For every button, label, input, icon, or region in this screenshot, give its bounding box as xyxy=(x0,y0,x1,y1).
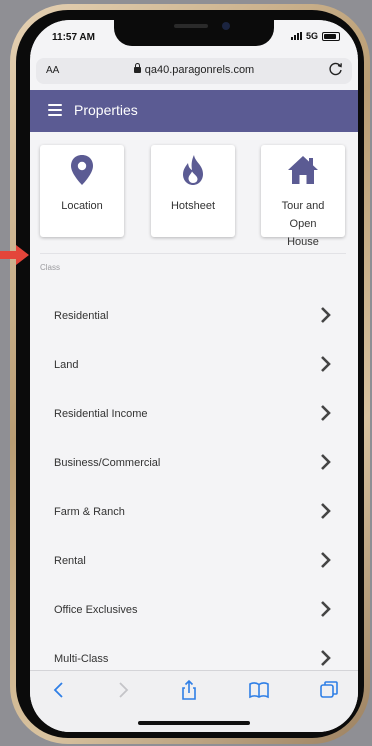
chevron-right-icon xyxy=(321,552,331,568)
bookmarks-icon[interactable] xyxy=(248,679,270,701)
status-bar: 11:57 AM 5G xyxy=(30,20,358,56)
chevron-right-icon xyxy=(321,307,331,323)
hamburger-menu-icon[interactable] xyxy=(48,104,62,116)
chevron-right-icon xyxy=(321,356,331,372)
chevron-right-icon xyxy=(321,503,331,519)
list-item-residential[interactable]: Residential xyxy=(30,292,358,341)
list-item-label: Multi-Class xyxy=(54,653,109,665)
app-header: Properties xyxy=(30,90,358,132)
network-label: 5G xyxy=(305,31,318,41)
tabs-icon[interactable] xyxy=(318,679,340,701)
chevron-right-icon xyxy=(321,405,331,421)
list-item-label: Land xyxy=(54,359,79,371)
divider xyxy=(40,253,346,254)
flame-icon xyxy=(183,155,203,185)
map-pin-icon xyxy=(71,155,93,185)
list-item-office-exclusives[interactable]: Office Exclusives xyxy=(30,586,358,635)
status-indicators: 5G xyxy=(290,31,340,41)
reload-icon[interactable] xyxy=(328,61,344,77)
back-icon[interactable] xyxy=(48,679,70,701)
battery-icon xyxy=(322,31,340,41)
phone-screen: 11:57 AM 5G AA qa40.paragonrels.com Prop… xyxy=(30,20,358,732)
list-item-residential-income[interactable]: Residential Income xyxy=(30,390,358,439)
class-list: Residential Land Residential Income Busi… xyxy=(30,292,358,684)
list-item-business-commercial[interactable]: Business/Commercial xyxy=(30,439,358,488)
tile-location[interactable]: Location xyxy=(40,145,124,237)
url-text: qa40.paragonrels.com xyxy=(144,64,255,76)
signal-icon xyxy=(290,32,302,40)
url-bar[interactable]: AA qa40.paragonrels.com xyxy=(36,58,352,84)
chevron-right-icon xyxy=(321,601,331,617)
tile-tour-open-house[interactable]: Tour and Open House xyxy=(261,145,345,248)
page-title: Properties xyxy=(74,102,138,118)
tile-location-label: Location xyxy=(61,200,103,212)
status-time: 11:57 AM xyxy=(52,32,95,43)
url-display[interactable]: qa40.paragonrels.com xyxy=(36,63,352,76)
chevron-right-icon xyxy=(321,650,331,666)
section-label-class: Class xyxy=(40,263,61,272)
browser-toolbar xyxy=(30,670,358,732)
list-item-land[interactable]: Land xyxy=(30,341,358,390)
forward-icon[interactable] xyxy=(112,679,134,701)
notch xyxy=(114,20,274,46)
list-item-farm-ranch[interactable]: Farm & Ranch xyxy=(30,488,358,537)
chevron-right-icon xyxy=(321,454,331,470)
list-item-label: Office Exclusives xyxy=(54,604,138,616)
list-item-label: Residential xyxy=(54,310,109,322)
list-item-label: Rental xyxy=(54,555,86,567)
speaker xyxy=(174,24,208,28)
list-item-label: Business/Commercial xyxy=(54,457,161,469)
home-indicator[interactable] xyxy=(138,721,250,725)
list-item-rental[interactable]: Rental xyxy=(30,537,358,586)
share-icon[interactable] xyxy=(178,679,200,701)
house-icon xyxy=(288,156,318,184)
tile-hotsheet-label: Hotsheet xyxy=(170,200,216,212)
list-item-label: Farm & Ranch xyxy=(54,506,125,518)
camera-icon xyxy=(222,22,230,30)
tile-tour-label: Tour and Open House xyxy=(281,200,325,248)
pointer-arrow-icon xyxy=(0,245,29,265)
tile-hotsheet[interactable]: Hotsheet xyxy=(151,145,235,237)
list-item-label: Residential Income xyxy=(54,408,148,420)
lock-icon xyxy=(133,63,141,73)
